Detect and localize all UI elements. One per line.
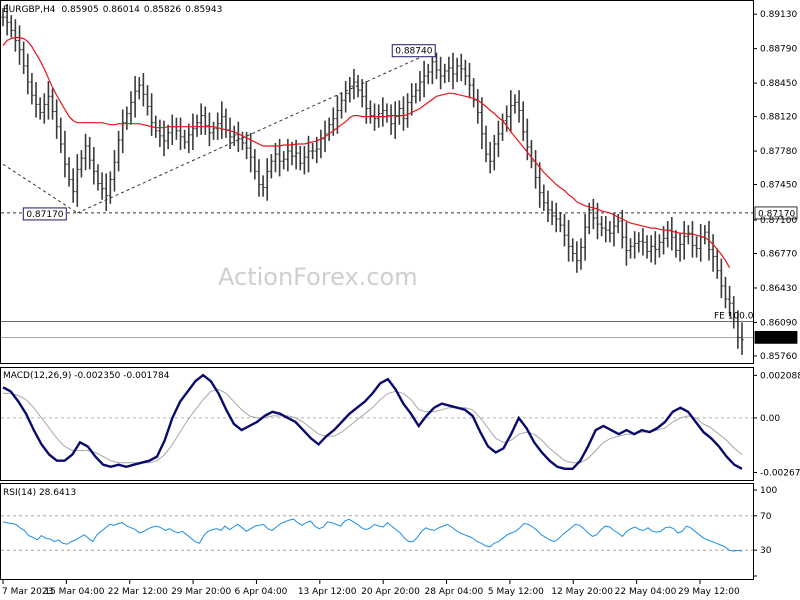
- chart-canvas: ActionForex.com 0.887400.87170 0.871700.8…: [0, 0, 800, 597]
- price-axis-label: 0.85760: [760, 352, 797, 362]
- rsi-axis-label: 100: [760, 486, 777, 496]
- price-panel-frame: [0, 0, 754, 364]
- time-axis-label: 12 May 20:00: [551, 587, 613, 597]
- time-axis-label: 5 May 12:00: [488, 587, 544, 597]
- rsi-axis-label: 70: [760, 512, 772, 522]
- macd-axis-label: -0.002679: [760, 468, 800, 478]
- price-panel-title: EURGBP,H4 0.85905 0.86014 0.85826 0.85943: [3, 5, 222, 15]
- time-axis-label: 13 Apr 12:00: [298, 587, 357, 597]
- time-axis-label: 15 Mar 04:00: [44, 587, 104, 597]
- fe-level-label: FE 100.0: [714, 311, 754, 321]
- price-axis-label: 0.86770: [760, 249, 797, 259]
- time-axis-label: 22 Mar 12:00: [108, 587, 168, 597]
- current-price-tag: 0.85943: [758, 334, 795, 344]
- price-axis-label: 0.87100: [760, 216, 797, 226]
- price-axis-label: 0.88120: [760, 113, 797, 123]
- swing-high-label: 0.88740: [395, 47, 432, 57]
- time-axis-label: 29 Mar 20:00: [171, 587, 231, 597]
- chart-window: ActionForex.com 0.88740 0.87170 0.87170 0.8…: [0, 0, 800, 600]
- time-axis-label: 29 May 12:00: [678, 587, 740, 597]
- rsi-panel-title: RSI(14) 28.6413: [3, 488, 76, 498]
- macd-panel-title: MACD(12,26,9) -0.002350 -0.001784: [3, 371, 170, 381]
- macd-axis-label: 0.00: [760, 414, 780, 424]
- watermark: ActionForex.com: [218, 263, 418, 291]
- rsi-panel-frame: [0, 483, 754, 580]
- price-axis-label: 0.86430: [760, 284, 797, 294]
- price-axis-label: 0.88790: [760, 45, 797, 55]
- time-axis-label: 28 Apr 04:00: [425, 587, 484, 597]
- price-axis-label: 0.87780: [760, 147, 797, 157]
- rsi-axis-label: 30: [760, 546, 772, 556]
- price-axis-label: 0.88450: [760, 79, 797, 89]
- price-axis-label: 0.89130: [760, 10, 797, 20]
- macd-panel-frame: [0, 367, 754, 481]
- price-axis-label: 0.87450: [760, 181, 797, 191]
- time-axis-label: 22 May 04:00: [615, 587, 677, 597]
- time-axis-label: 20 Apr 20:00: [361, 587, 420, 597]
- price-axis-label: 0.86090: [760, 318, 797, 328]
- macd-axis-label: 0.002088: [760, 371, 800, 381]
- swing-low-label: 0.87170: [26, 210, 63, 220]
- time-axis-label: 6 Apr 04:00: [234, 587, 287, 597]
